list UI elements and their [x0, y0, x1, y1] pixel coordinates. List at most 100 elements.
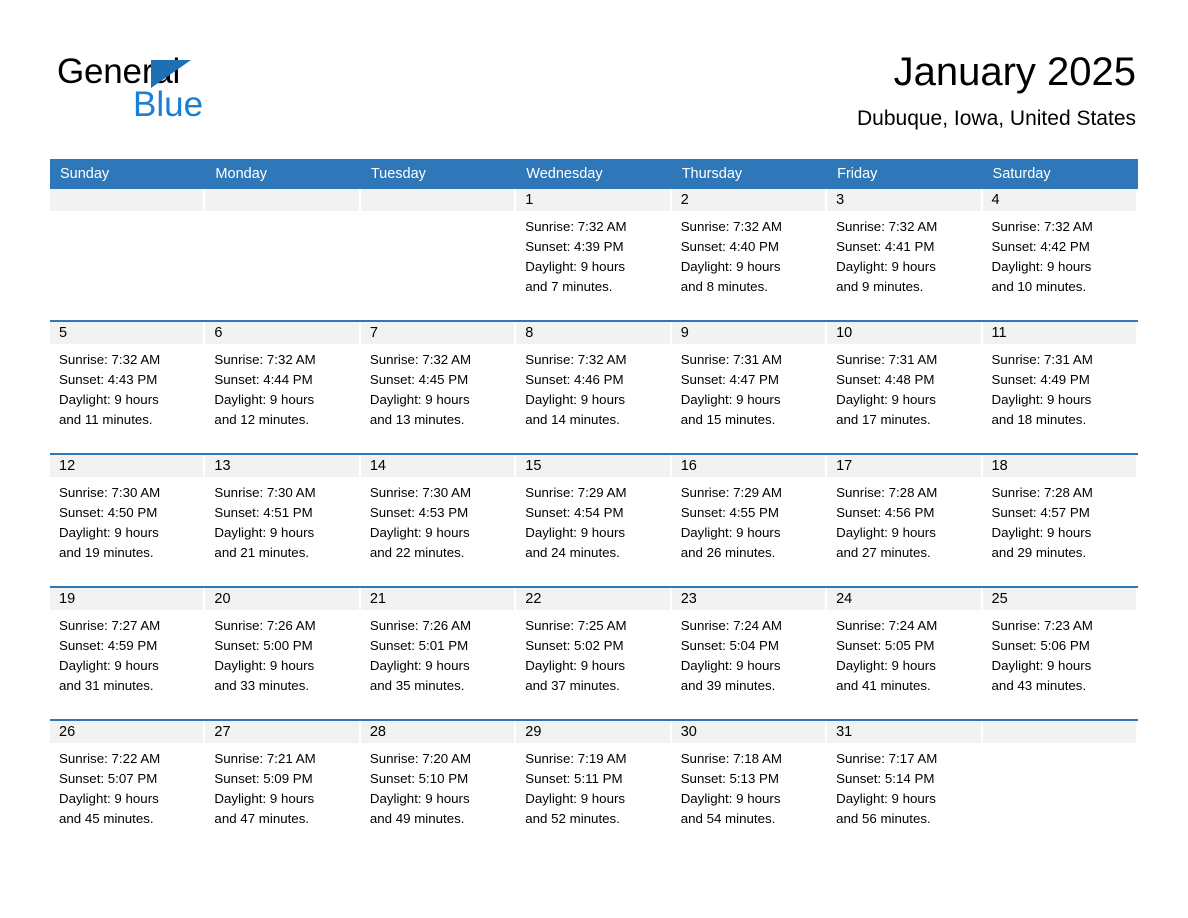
day-number-band: 25	[982, 588, 1138, 610]
calendar-day-cell[interactable]: 13 Sunrise: 7:30 AM Sunset: 4:51 PM Dayligh…	[205, 455, 361, 577]
day-details: Sunrise: 7:32 AM Sunset: 4:40 PM Daylight:…	[672, 211, 827, 311]
sunrise-text: Sunrise: 7:18 AM	[680, 751, 782, 766]
calendar-day-cell[interactable]: 3 Sunrise: 7:32 AM Sunset: 4:41 PM Daylight…	[827, 189, 983, 311]
calendar-day-cell[interactable]: 27 Sunrise: 7:21 AM Sunset: 5:09 PM Dayligh…	[205, 721, 361, 843]
calendar-day-cell[interactable]: 12 Sunrise: 7:30 AM Sunset: 4:50 PM Dayligh…	[50, 455, 206, 577]
calendar-day-cell[interactable]: 11 Sunrise: 7:31 AM Sunset: 4:49 PM Dayligh…	[982, 322, 1138, 444]
daylight-text-line2: and 26 minutes.	[680, 545, 776, 560]
daylight-text-line1: Daylight: 9 hours	[991, 658, 1092, 673]
page-header: General Blue January 2025 Dubuque, Iowa,…	[0, 0, 1188, 150]
generalblue-logo[interactable]: General Blue	[57, 52, 357, 132]
daylight-text-line1: Daylight: 9 hours	[214, 392, 315, 407]
weekday-header-saturday: Saturday	[992, 166, 1051, 182]
calendar-day-cell[interactable]: 9 Sunrise: 7:31 AM Sunset: 4:47 PM Daylight…	[671, 322, 828, 444]
page-subtitle: Dubuque, Iowa, United States	[856, 107, 1136, 130]
day-number: 25	[991, 591, 1008, 607]
calendar-day-cell[interactable]: 5 Sunrise: 7:32 AM Sunset: 4:43 PM Daylight…	[50, 322, 206, 444]
calendar-day-cell[interactable]: 23 Sunrise: 7:24 AM Sunset: 5:04 PM Dayligh…	[671, 588, 828, 710]
sunset-text: Sunset: 5:04 PM	[680, 638, 779, 653]
daylight-text-line2: and 54 minutes.	[680, 811, 776, 826]
day-number-band: 18	[982, 455, 1138, 477]
daylight-text-line2: and 29 minutes.	[991, 545, 1087, 560]
calendar-day-cell[interactable]: 25 Sunrise: 7:23 AM Sunset: 5:06 PM Dayligh…	[982, 588, 1138, 710]
calendar-day-cell[interactable]: 6 Sunrise: 7:32 AM Sunset: 4:44 PM Daylight…	[205, 322, 361, 444]
day-number-band: 28	[360, 721, 517, 743]
daylight-text-line1: Daylight: 9 hours	[991, 392, 1092, 407]
day-details	[50, 211, 205, 311]
sunrise-text: Sunrise: 7:28 AM	[836, 485, 938, 500]
calendar-day-cell[interactable]: 21 Sunrise: 7:26 AM Sunset: 5:01 PM Dayligh…	[360, 588, 517, 710]
sunset-text: Sunset: 4:41 PM	[836, 239, 935, 254]
calendar-day-cell[interactable]: 30 Sunrise: 7:18 AM Sunset: 5:13 PM Dayligh…	[671, 721, 828, 843]
calendar-day-cell[interactable]: 22 Sunrise: 7:25 AM Sunset: 5:02 PM Dayligh…	[516, 588, 672, 710]
day-details: Sunrise: 7:23 AM Sunset: 5:06 PM Daylight:…	[983, 610, 1138, 710]
calendar-week-row: 12 Sunrise: 7:30 AM Sunset: 4:50 PM Dayligh…	[50, 453, 1138, 577]
day-details: Sunrise: 7:30 AM Sunset: 4:51 PM Daylight:…	[205, 477, 360, 577]
sunset-text: Sunset: 5:07 PM	[59, 771, 158, 786]
daylight-text-line1: Daylight: 9 hours	[680, 259, 781, 274]
day-number: 18	[991, 458, 1008, 474]
sunset-text: Sunset: 5:13 PM	[680, 771, 779, 786]
day-details: Sunrise: 7:22 AM Sunset: 5:07 PM Daylight:…	[50, 743, 205, 843]
day-number-band: 8	[516, 322, 672, 344]
calendar-day-cell[interactable]: 28 Sunrise: 7:20 AM Sunset: 5:10 PM Dayligh…	[360, 721, 517, 843]
calendar-day-cell[interactable]: 8 Sunrise: 7:32 AM Sunset: 4:46 PM Daylight…	[516, 322, 672, 444]
calendar-day-cell[interactable]: 19 Sunrise: 7:27 AM Sunset: 4:59 PM Dayligh…	[50, 588, 206, 710]
calendar-day-cell[interactable]: 16 Sunrise: 7:29 AM Sunset: 4:55 PM Dayligh…	[671, 455, 828, 577]
daylight-text-line2: and 8 minutes.	[680, 279, 768, 294]
calendar-day-cell[interactable]: 7 Sunrise: 7:32 AM Sunset: 4:45 PM Daylight…	[360, 322, 517, 444]
calendar-day-cell[interactable]: 14 Sunrise: 7:30 AM Sunset: 4:53 PM Dayligh…	[360, 455, 517, 577]
day-details: Sunrise: 7:24 AM Sunset: 5:04 PM Daylight:…	[672, 610, 827, 710]
day-number: 10	[836, 325, 853, 341]
day-details: Sunrise: 7:26 AM Sunset: 5:00 PM Daylight:…	[205, 610, 360, 710]
day-details: Sunrise: 7:30 AM Sunset: 4:53 PM Daylight:…	[361, 477, 516, 577]
daylight-text-line1: Daylight: 9 hours	[525, 525, 626, 540]
sunset-text: Sunset: 4:48 PM	[836, 372, 935, 387]
calendar-day-cell[interactable]: 29 Sunrise: 7:19 AM Sunset: 5:11 PM Dayligh…	[516, 721, 672, 843]
day-number-band: 19	[50, 588, 206, 610]
daylight-text-line2: and 9 minutes.	[836, 279, 924, 294]
calendar-day-cell[interactable]: 4 Sunrise: 7:32 AM Sunset: 4:42 PM Daylight…	[982, 189, 1138, 311]
calendar-empty-cell	[205, 189, 361, 311]
weekday-header-friday: Friday	[837, 166, 878, 182]
sunset-text: Sunset: 4:51 PM	[214, 505, 313, 520]
day-number: 13	[214, 458, 231, 474]
sunset-text: Sunset: 4:54 PM	[525, 505, 624, 520]
calendar-week-row: 19 Sunrise: 7:27 AM Sunset: 4:59 PM Dayligh…	[50, 586, 1138, 710]
day-number-band: 7	[360, 322, 517, 344]
calendar-day-cell[interactable]: 31 Sunrise: 7:17 AM Sunset: 5:14 PM Dayligh…	[827, 721, 983, 843]
weekday-header-sunday: Sunday	[60, 166, 110, 182]
calendar-week-cells: 26 Sunrise: 7:22 AM Sunset: 5:07 PM Dayligh…	[50, 721, 1138, 843]
day-details: Sunrise: 7:30 AM Sunset: 4:50 PM Daylight:…	[50, 477, 205, 577]
sunrise-text: Sunrise: 7:21 AM	[214, 751, 316, 766]
day-number: 6	[214, 325, 223, 341]
sunrise-text: Sunrise: 7:22 AM	[59, 751, 161, 766]
calendar-empty-cell	[360, 189, 517, 311]
day-number: 11	[991, 325, 1007, 341]
calendar-day-cell[interactable]: 26 Sunrise: 7:22 AM Sunset: 5:07 PM Dayligh…	[50, 721, 206, 843]
day-number-band: 12	[50, 455, 206, 477]
daylight-text-line2: and 11 minutes.	[59, 412, 153, 427]
calendar-day-cell[interactable]: 18 Sunrise: 7:28 AM Sunset: 4:57 PM Dayligh…	[982, 455, 1138, 577]
calendar-day-cell[interactable]: 10 Sunrise: 7:31 AM Sunset: 4:48 PM Dayligh…	[827, 322, 983, 444]
day-details: Sunrise: 7:31 AM Sunset: 4:48 PM Daylight:…	[827, 344, 982, 444]
day-number-band: 14	[360, 455, 517, 477]
daylight-text-line1: Daylight: 9 hours	[525, 791, 626, 806]
calendar-day-cell[interactable]: 1 Sunrise: 7:32 AM Sunset: 4:39 PM Daylight…	[516, 189, 672, 311]
day-number-band: 11	[982, 322, 1138, 344]
calendar-week-cells: 5 Sunrise: 7:32 AM Sunset: 4:43 PM Daylight…	[50, 322, 1138, 444]
day-details: Sunrise: 7:26 AM Sunset: 5:01 PM Daylight:…	[361, 610, 516, 710]
calendar-day-cell[interactable]: 15 Sunrise: 7:29 AM Sunset: 4:54 PM Dayligh…	[516, 455, 672, 577]
calendar-day-cell[interactable]: 2 Sunrise: 7:32 AM Sunset: 4:40 PM Daylight…	[671, 189, 828, 311]
sunset-text: Sunset: 5:01 PM	[369, 638, 469, 653]
day-number: 5	[59, 325, 68, 341]
day-number-band: 4	[982, 189, 1138, 211]
calendar-day-cell[interactable]: 17 Sunrise: 7:28 AM Sunset: 4:56 PM Dayligh…	[827, 455, 983, 577]
sunrise-text: Sunrise: 7:29 AM	[525, 485, 627, 500]
calendar-week-cells: 1 Sunrise: 7:32 AM Sunset: 4:39 PM Daylight…	[50, 189, 1138, 311]
daylight-text-line2: and 39 minutes.	[680, 678, 776, 693]
calendar-day-cell[interactable]: 24 Sunrise: 7:24 AM Sunset: 5:05 PM Dayligh…	[827, 588, 983, 710]
calendar-day-cell[interactable]: 20 Sunrise: 7:26 AM Sunset: 5:00 PM Dayligh…	[205, 588, 361, 710]
daylight-text-line2: and 17 minutes.	[836, 412, 931, 427]
day-number: 2	[680, 192, 689, 208]
